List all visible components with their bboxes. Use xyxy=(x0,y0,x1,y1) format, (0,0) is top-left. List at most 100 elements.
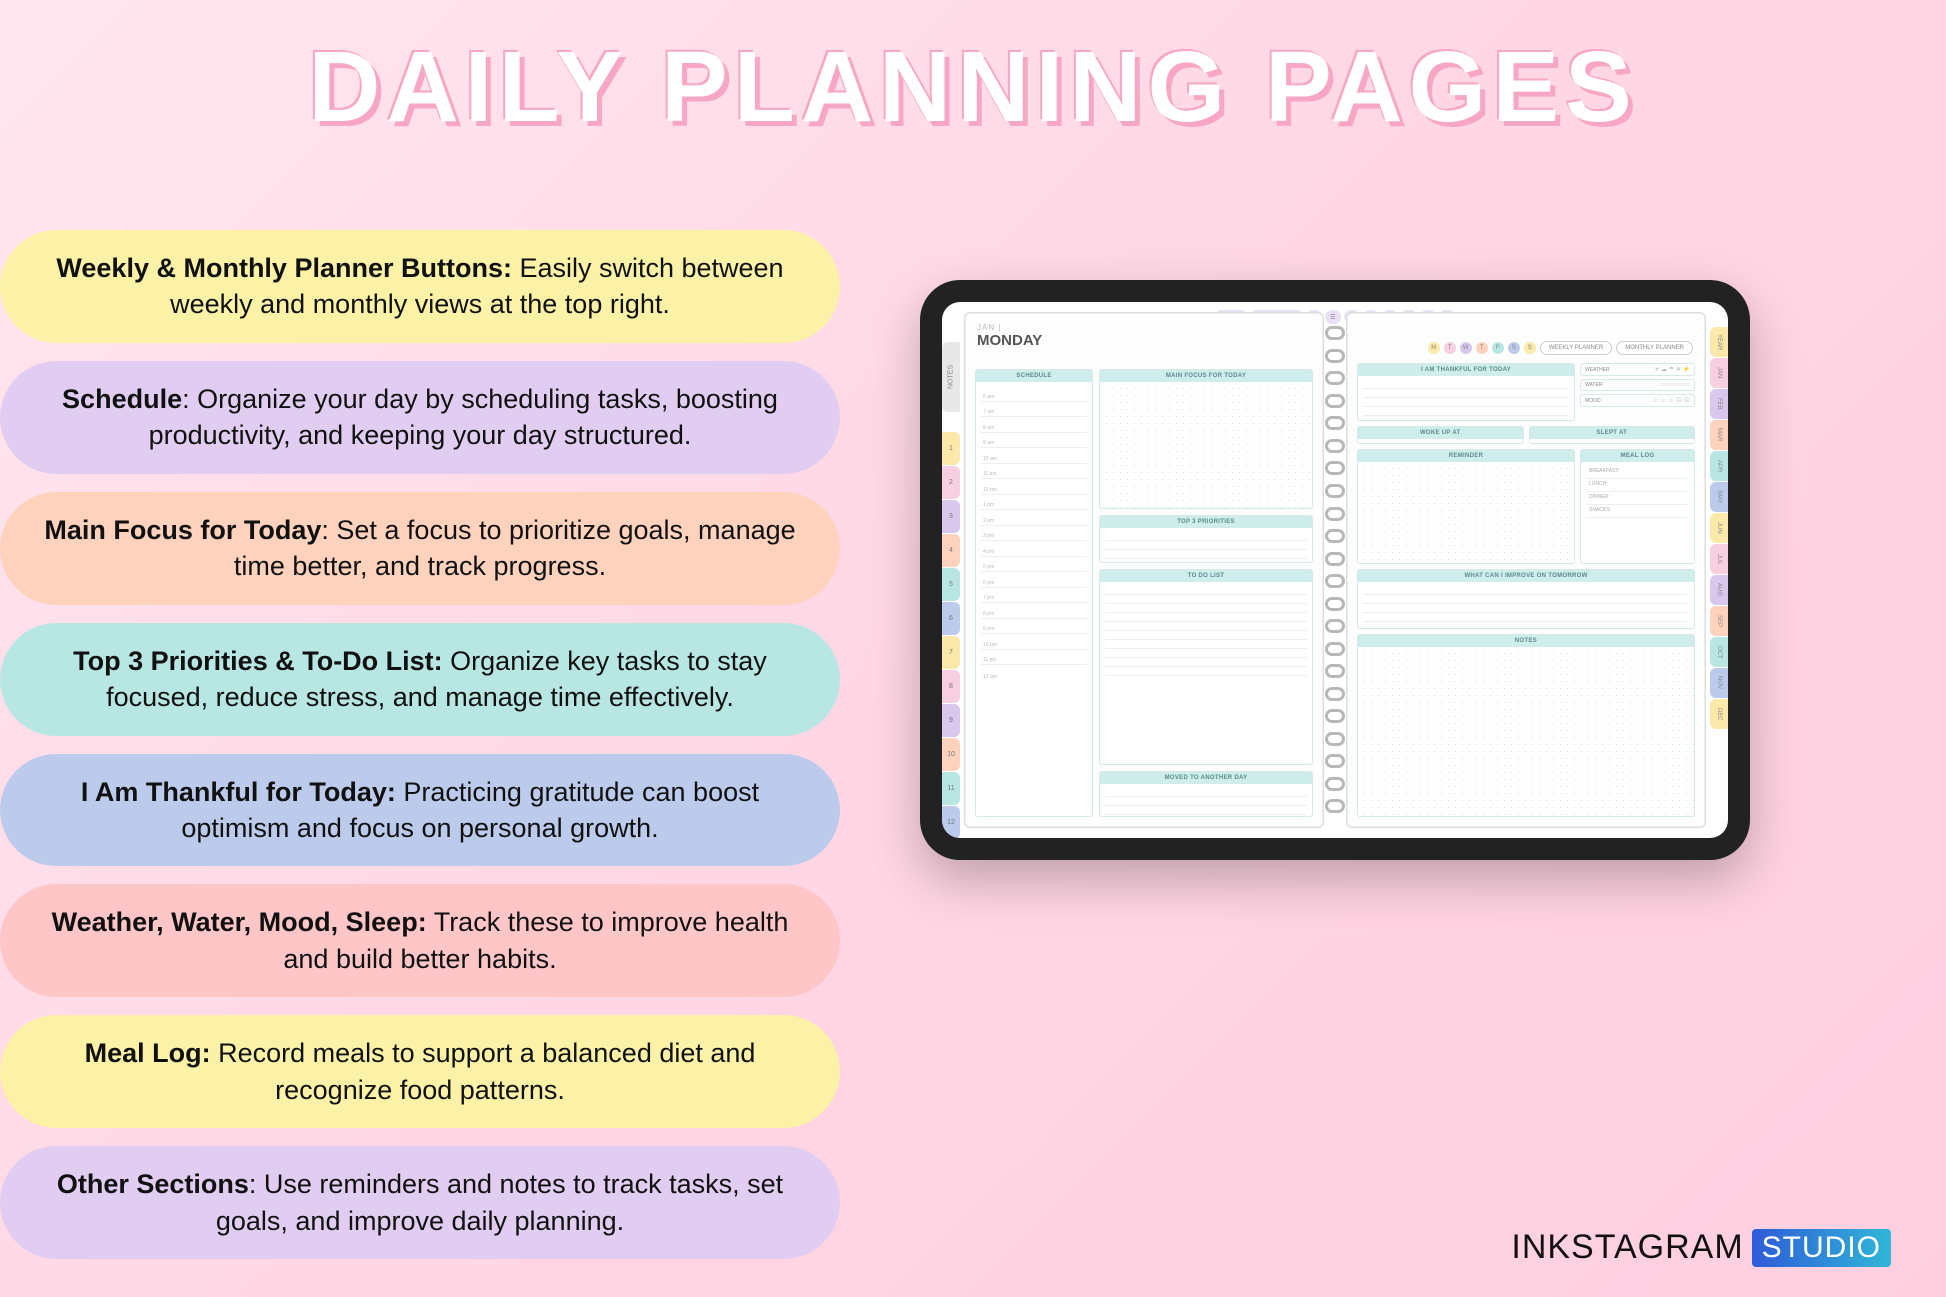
mood-icons: ☺ ☺ ☺ ☹ ☹ xyxy=(1652,397,1690,404)
schedule-slot[interactable]: 9 am xyxy=(981,433,1087,449)
right-tab-mar[interactable]: MAR xyxy=(1710,420,1728,450)
left-tab-2[interactable]: 2 xyxy=(942,466,960,499)
meal-rows: BREAKFAST:LUNCH:DINNER:SNACKS: xyxy=(1581,462,1694,522)
right-tab-apr[interactable]: APR xyxy=(1710,451,1728,481)
feature-pill: Top 3 Priorities & To-Do List: Organize … xyxy=(0,623,840,736)
weather-icons: ☀ ☁ ☂ ❄ ⚡ xyxy=(1654,366,1690,373)
schedule-slot[interactable]: 12 am xyxy=(981,665,1087,681)
brand-name: INKSTAGRAM xyxy=(1511,1228,1743,1267)
right-month-tabs: YEARJANFEBMARAPRMAYJUNJULAUGSEPOCTNOVDEC xyxy=(1710,327,1728,730)
schedule-slot[interactable]: 8 am xyxy=(981,417,1087,433)
notes-box[interactable]: NOTES xyxy=(1357,634,1695,817)
schedule-slot[interactable]: 5 pm xyxy=(981,557,1087,573)
schedule-slot[interactable]: 12 pm xyxy=(981,479,1087,495)
monthly-planner-button[interactable]: MONTHLY PLANNER xyxy=(1616,341,1693,355)
main-focus-box[interactable]: MAIN FOCUS FOR TODAY xyxy=(1099,369,1313,509)
right-tab-nov[interactable]: NOV xyxy=(1710,668,1728,698)
schedule-slot[interactable]: 6 pm xyxy=(981,572,1087,588)
schedule-slot[interactable]: 11 pm xyxy=(981,650,1087,666)
notebook-spine xyxy=(1325,322,1345,818)
schedule-slot[interactable]: 8 pm xyxy=(981,603,1087,619)
schedule-slot[interactable]: 1 pm xyxy=(981,495,1087,511)
left-tab-4[interactable]: 4 xyxy=(942,534,960,567)
left-number-tabs: 123456789101112 xyxy=(942,432,960,838)
schedule-slot[interactable]: 6 am xyxy=(981,386,1087,402)
meal-row[interactable]: BREAKFAST: xyxy=(1586,466,1689,479)
day-chip-t2[interactable]: T xyxy=(1476,342,1488,354)
improve-box[interactable]: WHAT CAN I IMPROVE ON TOMORROW xyxy=(1357,569,1695,629)
left-tab-3[interactable]: 3 xyxy=(942,500,960,533)
left-tab-10[interactable]: 10 xyxy=(942,738,960,771)
schedule-header: SCHEDULE xyxy=(976,370,1092,382)
left-tab-8[interactable]: 8 xyxy=(942,670,960,703)
tablet-mockup: NOTES 123456789101112 YEARJANFEBMARAPRMA… xyxy=(920,280,1750,860)
left-tab-11[interactable]: 11 xyxy=(942,772,960,805)
left-tab-5[interactable]: 5 xyxy=(942,568,960,601)
left-tab-6[interactable]: 6 xyxy=(942,602,960,635)
schedule-slot[interactable]: 10 am xyxy=(981,448,1087,464)
thankful-box[interactable]: I AM THANKFUL FOR TODAY xyxy=(1357,363,1575,421)
right-tab-aug[interactable]: AUG xyxy=(1710,575,1728,605)
feature-pill: Main Focus for Today: Set a focus to pri… xyxy=(0,492,840,605)
schedule-slot[interactable]: 3 pm xyxy=(981,526,1087,542)
schedule-slot[interactable]: 7 am xyxy=(981,402,1087,418)
day-chip-m[interactable]: M xyxy=(1428,342,1440,354)
mood-box[interactable]: MOOD ☺ ☺ ☺ ☹ ☹ xyxy=(1580,394,1695,407)
day-chip-s[interactable]: S xyxy=(1508,342,1520,354)
meal-row[interactable]: LUNCH: xyxy=(1586,479,1689,492)
schedule-slot[interactable]: 7 pm xyxy=(981,588,1087,604)
water-icons: ○○○○○○○○ xyxy=(1661,382,1690,388)
feature-pill: Other Sections: Use reminders and notes … xyxy=(0,1146,840,1259)
schedule-slots: 6 am7 am8 am9 am10 am11 am12 pm1 pm2 pm3… xyxy=(976,382,1092,685)
feature-pill: Weekly & Monthly Planner Buttons: Easily… xyxy=(0,230,840,343)
meal-row[interactable]: SNACKS: xyxy=(1586,505,1689,518)
woke-up-box[interactable]: WOKE UP AT xyxy=(1357,426,1524,444)
brand-logo: INKSTAGRAM STUDIO xyxy=(1511,1228,1891,1267)
right-tab-jan[interactable]: JAN xyxy=(1710,358,1728,388)
feature-pill: Meal Log: Record meals to support a bala… xyxy=(0,1015,840,1128)
right-tab-oct[interactable]: OCT xyxy=(1710,637,1728,667)
water-box[interactable]: WATER ○○○○○○○○ xyxy=(1580,379,1695,391)
left-tab-9[interactable]: 9 xyxy=(942,704,960,737)
day-chip-f[interactable]: F xyxy=(1492,342,1504,354)
planner-right-page: M T W T F S S WEEKLY PLANNER MONTHLY PLA… xyxy=(1346,312,1706,828)
day-label: MONDAY xyxy=(977,332,1311,349)
feature-pills: Weekly & Monthly Planner Buttons: Easily… xyxy=(0,230,840,1259)
feature-pill: I Am Thankful for Today: Practicing grat… xyxy=(0,754,840,867)
schedule-slot[interactable]: 11 am xyxy=(981,464,1087,480)
left-tab-1[interactable]: 1 xyxy=(942,432,960,465)
day-chip-w[interactable]: W xyxy=(1460,342,1472,354)
day-chip-t[interactable]: T xyxy=(1444,342,1456,354)
right-tab-jun[interactable]: JUN xyxy=(1710,513,1728,543)
reminder-box[interactable]: REMINDER xyxy=(1357,449,1575,564)
meal-row[interactable]: DINNER: xyxy=(1586,492,1689,505)
schedule-box[interactable]: SCHEDULE 6 am7 am8 am9 am10 am11 am12 pm… xyxy=(975,369,1093,817)
weather-box[interactable]: WEATHER ☀ ☁ ☂ ❄ ⚡ xyxy=(1580,363,1695,376)
feature-pill: Schedule: Organize your day by schedulin… xyxy=(0,361,840,474)
right-tab-sep[interactable]: SEP xyxy=(1710,606,1728,636)
meal-log-box[interactable]: MEAL LOG BREAKFAST:LUNCH:DINNER:SNACKS: xyxy=(1580,449,1695,564)
schedule-slot[interactable]: 9 pm xyxy=(981,619,1087,635)
todo-box[interactable]: TO DO LIST xyxy=(1099,569,1313,765)
right-top-buttons: M T W T F S S WEEKLY PLANNER MONTHLY PLA… xyxy=(1428,341,1693,355)
planner-left-page: JAN | MONDAY SCHEDULE 6 am7 am8 am9 am10… xyxy=(964,312,1324,828)
schedule-slot[interactable]: 4 pm xyxy=(981,541,1087,557)
right-tab-dec[interactable]: DEC xyxy=(1710,699,1728,729)
right-tab-year[interactable]: YEAR xyxy=(1710,327,1728,357)
right-tab-jul[interactable]: JUL xyxy=(1710,544,1728,574)
tablet-screen: NOTES 123456789101112 YEARJANFEBMARAPRMA… xyxy=(942,302,1728,838)
left-tab-12[interactable]: 12 xyxy=(942,806,960,838)
moved-box[interactable]: MOVED TO ANOTHER DAY xyxy=(1099,771,1313,817)
day-chip-s2[interactable]: S xyxy=(1524,342,1536,354)
right-tab-may[interactable]: MAY xyxy=(1710,482,1728,512)
brand-sub: STUDIO xyxy=(1752,1229,1891,1267)
slept-at-box[interactable]: SLEPT AT xyxy=(1529,426,1696,444)
right-tab-feb[interactable]: FEB xyxy=(1710,389,1728,419)
notes-tab[interactable]: NOTES xyxy=(942,342,960,412)
schedule-slot[interactable]: 10 pm xyxy=(981,634,1087,650)
top3-box[interactable]: TOP 3 PRIORITIES xyxy=(1099,515,1313,563)
weekly-planner-button[interactable]: WEEKLY PLANNER xyxy=(1540,341,1612,355)
left-tab-7[interactable]: 7 xyxy=(942,636,960,669)
feature-pill: Weather, Water, Mood, Sleep: Track these… xyxy=(0,884,840,997)
schedule-slot[interactable]: 2 pm xyxy=(981,510,1087,526)
